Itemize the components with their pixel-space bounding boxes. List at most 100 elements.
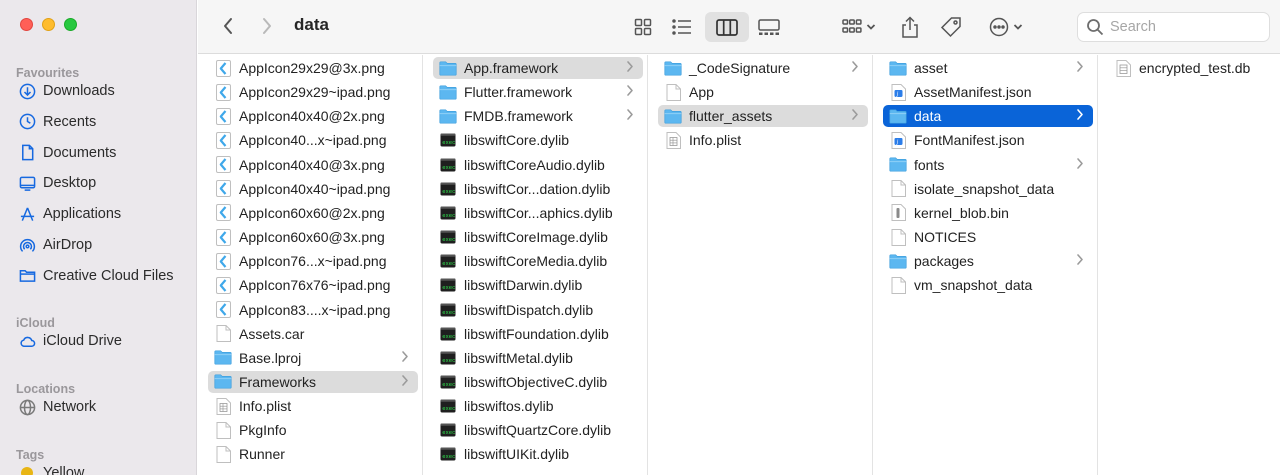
sidebar-item-recents[interactable]: Recents [8,108,189,136]
file-item[interactable]: exec libswiftCoreImage.dylib [433,226,643,248]
file-item[interactable]: AppIcon60x60@3x.png [208,226,418,248]
sidebar-item-icloud-drive[interactable]: iCloud Drive [8,327,189,355]
file-item[interactable]: exec libswiftCor...aphics.dylib [433,202,643,224]
sidebar-item-applications[interactable]: Applications [8,200,189,228]
file-item[interactable]: AppIcon40...x~ipad.png [208,129,418,151]
toolbar: data [198,0,1280,54]
item-name: flutter_assets [689,108,773,125]
file-item[interactable]: isolate_snapshot_data [883,178,1093,200]
sidebar-item-network[interactable]: Network [8,393,189,421]
folder-item[interactable]: asset [883,57,1093,79]
back-button[interactable] [216,14,240,38]
cloud-icon [18,332,36,350]
file-item[interactable]: AppIcon29x29~ipad.png [208,81,418,103]
chevron-down-icon [866,24,876,30]
item-name: isolate_snapshot_data [914,180,1055,197]
file-item[interactable]: exec libswiftCore.dylib [433,129,643,151]
file-item[interactable]: exec libswiftDarwin.dylib [433,274,643,296]
file-item[interactable]: AppIcon76x76~ipad.png [208,274,418,296]
browser-column-4[interactable]: asset j AssetManifest.json data j FontManifes… [873,55,1098,475]
file-item[interactable]: AppIcon60x60@2x.png [208,202,418,224]
image-file-icon [214,131,232,149]
tags-button[interactable] [936,12,966,42]
folder-item[interactable]: FMDB.framework [433,105,643,127]
item-name: libswiftCoreMedia.dylib [464,253,608,270]
search-field[interactable] [1077,12,1270,42]
list-view-button[interactable] [665,12,699,42]
file-item[interactable]: Runner [208,443,418,465]
folder-item[interactable]: Flutter.framework [433,81,643,103]
file-item[interactable]: exec libswiftObjectiveC.dylib [433,371,643,393]
file-item[interactable]: exec libswiftCoreAudio.dylib [433,154,643,176]
more-actions-button[interactable] [984,12,1028,42]
file-item[interactable]: Info.plist [658,129,868,151]
svg-text:j: j [895,140,898,146]
file-item[interactable]: vm_snapshot_data [883,274,1093,296]
folder-item[interactable]: App.framework [433,57,643,79]
browser-column-3[interactable]: _CodeSignature App flutter_assets Info.plis… [648,55,873,475]
sidebar-item-airdrop[interactable]: AirDrop [8,231,189,259]
file-item[interactable]: AppIcon40x40@2x.png [208,105,418,127]
chevron-right-icon [1076,108,1086,122]
svg-text:exec: exec [442,212,455,219]
file-item[interactable]: exec libswiftQuartzCore.dylib [433,419,643,441]
file-item[interactable]: exec libswiftos.dylib [433,395,643,417]
gallery-view-button[interactable] [752,12,786,42]
file-item[interactable]: AppIcon76...x~ipad.png [208,250,418,272]
file-item[interactable]: AppIcon29x29@3x.png [208,57,418,79]
chevron-right-icon [401,350,411,364]
folder-item[interactable]: flutter_assets [658,105,868,128]
sidebar-item-downloads[interactable]: Downloads [8,77,189,105]
file-item[interactable]: encrypted_test.db [1108,57,1275,79]
file-item[interactable]: exec libswiftDispatch.dylib [433,299,643,321]
file-item[interactable]: AppIcon83....x~ipad.png [208,299,418,321]
chevron-right-icon [1076,253,1086,267]
file-item[interactable]: NOTICES [883,226,1093,248]
search-input[interactable] [1110,19,1260,35]
file-item[interactable]: App [658,81,868,103]
folder-item[interactable]: Base.lproj [208,347,418,369]
file-item[interactable]: Assets.car [208,323,418,345]
folder-item[interactable]: data [883,105,1093,128]
item-name: libswiftQuartzCore.dylib [464,422,612,439]
browser-column-5[interactable]: encrypted_test.db [1098,55,1280,475]
sidebar-item-desktop[interactable]: Desktop [8,169,189,197]
item-name: libswiftCor...dation.dylib [464,180,611,197]
file-item[interactable]: AppIcon40x40@3x.png [208,154,418,176]
sidebar: Favourites Downloads Recents Documents Deskt… [0,0,197,475]
file-item[interactable]: AppIcon40x40~ipad.png [208,178,418,200]
item-name: App [689,84,714,101]
group-menu-button[interactable] [836,12,882,42]
svg-text:exec: exec [442,139,455,146]
item-name: encrypted_test.db [1139,60,1251,76]
folder-item[interactable]: packages [883,250,1093,272]
file-item[interactable]: PkgInfo [208,419,418,441]
browser-column-2[interactable]: App.framework Flutter.framework FMDB.frame… [423,55,648,475]
browser-column-1[interactable]: AppIcon29x29@3x.png AppIcon29x29~ipad.png… [198,55,423,475]
sidebar-item-documents[interactable]: Documents [8,139,189,167]
list-icon [672,19,691,35]
forward-button[interactable] [255,14,279,38]
sidebar-item-yellow[interactable]: Yellow [8,459,189,475]
column-view-button[interactable] [705,12,749,42]
chevron-right-icon [626,60,636,74]
close-window-button[interactable] [20,18,33,31]
file-item[interactable]: j AssetManifest.json [883,81,1093,103]
folder-item[interactable]: Frameworks [208,370,418,393]
file-item[interactable]: exec libswiftUIKit.dylib [433,443,643,465]
file-item[interactable]: kernel_blob.bin [883,202,1093,224]
file-item[interactable]: exec libswiftCoreMedia.dylib [433,250,643,272]
minimize-window-button[interactable] [42,18,55,31]
file-item[interactable]: j FontManifest.json [883,129,1093,151]
file-item[interactable]: Info.plist [208,395,418,417]
zoom-window-button[interactable] [64,18,77,31]
sidebar-item-label: Downloads [43,83,115,99]
sidebar-item-creative-cloud-files[interactable]: Creative Cloud Files [8,262,189,290]
file-item[interactable]: exec libswiftMetal.dylib [433,347,643,369]
icon-view-button[interactable] [626,12,660,42]
file-item[interactable]: exec libswiftCor...dation.dylib [433,178,643,200]
folder-item[interactable]: fonts [883,154,1093,176]
file-item[interactable]: exec libswiftFoundation.dylib [433,323,643,345]
share-button[interactable] [895,12,925,42]
folder-item[interactable]: _CodeSignature [658,57,868,79]
